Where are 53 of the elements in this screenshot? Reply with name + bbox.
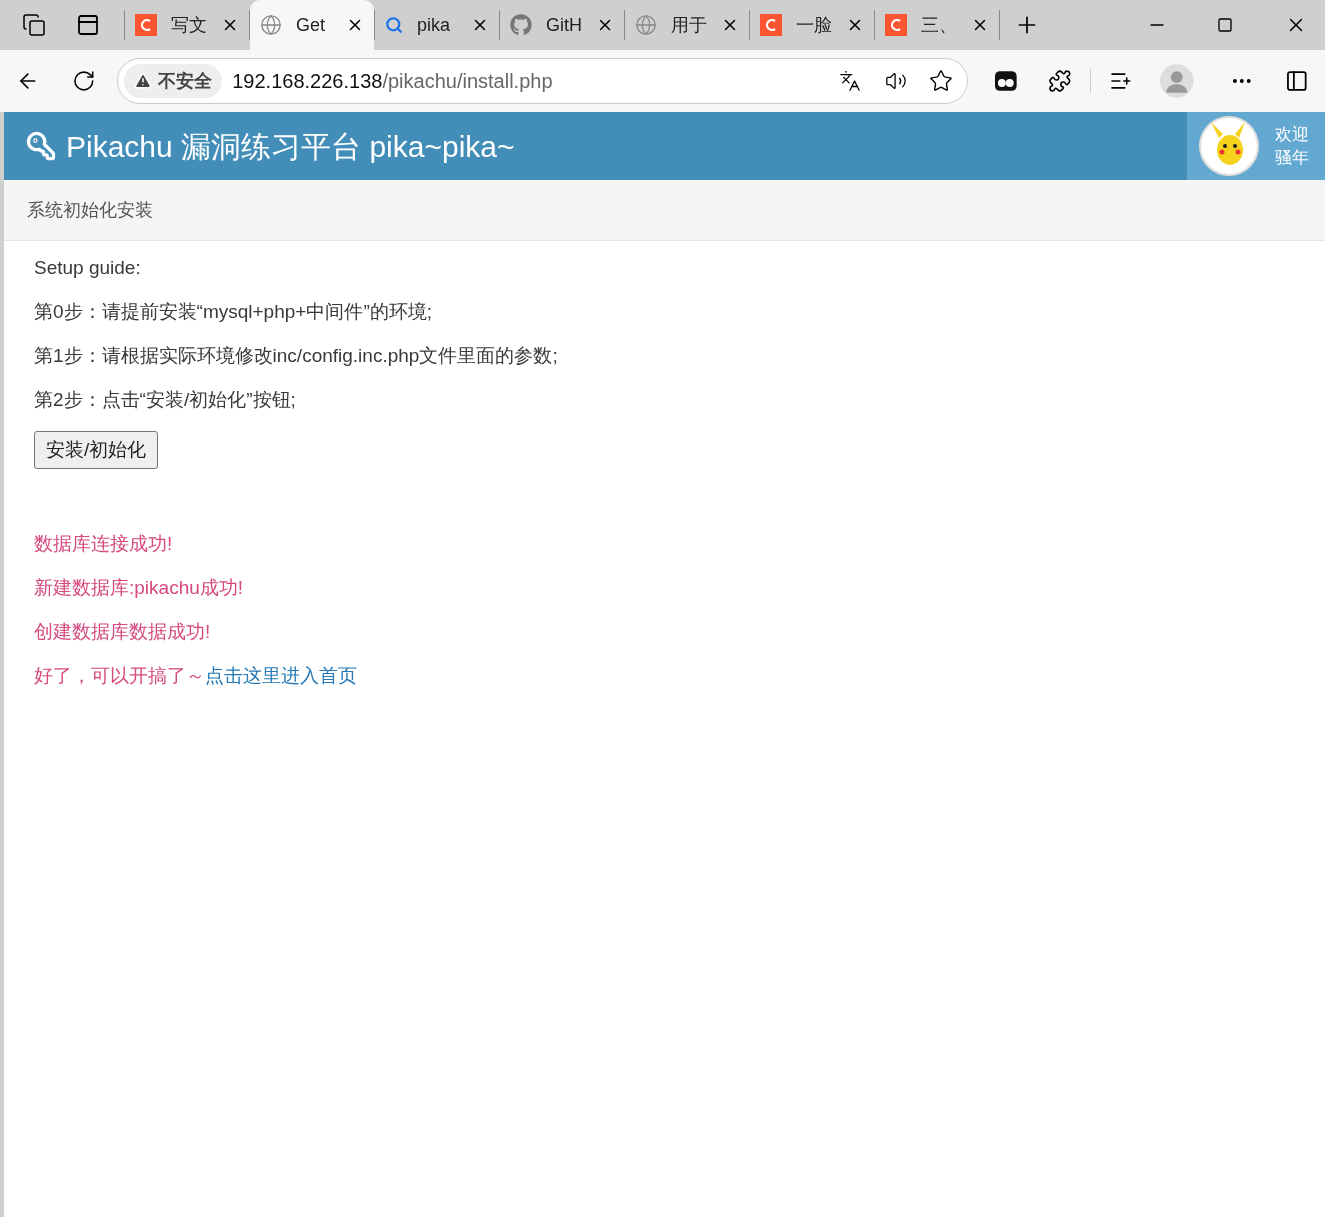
pikachu-avatar-drawing xyxy=(1199,116,1259,176)
extensions-icon[interactable] xyxy=(1048,69,1072,93)
welcome-label: 欢迎 xyxy=(1275,124,1309,146)
guide-text: 第2步：点击“安装/初始化”按钮; xyxy=(34,388,297,412)
browser-tab[interactable]: 写文 xyxy=(125,0,249,50)
status-message: 数据库连接成功! xyxy=(34,532,174,556)
status-message: 创建数据库数据成功! xyxy=(34,620,212,644)
maximize-icon[interactable] xyxy=(1217,17,1233,33)
translate-icon[interactable] xyxy=(839,70,862,92)
guide-text: 第0步：请提前安装“mysql+php+中间件”的环境; xyxy=(34,300,433,324)
sidebar-icon[interactable] xyxy=(1285,69,1309,93)
browser-tab[interactable]: pika xyxy=(375,0,499,50)
browser-tab[interactable]: Get xyxy=(250,0,374,50)
tab-title: GitH xyxy=(546,13,582,37)
search-icon xyxy=(385,16,403,34)
extension-app-icon[interactable] xyxy=(994,70,1018,92)
c-logo-icon xyxy=(885,14,907,36)
security-label: 不安全 xyxy=(158,69,213,93)
tab-title: Get xyxy=(296,13,326,37)
globe-icon xyxy=(260,14,282,36)
tab-title: 写文 xyxy=(171,13,207,37)
security-chip[interactable]: 不安全 xyxy=(124,64,223,98)
tab-title: 一脸 xyxy=(796,13,832,37)
tab-title: pika xyxy=(417,13,452,37)
globe-icon xyxy=(635,14,657,36)
c-logo-icon xyxy=(760,14,782,36)
status-message: 新建数据库:pikachu成功! xyxy=(34,576,245,600)
address-bar[interactable]: 不安全 192.168.226.138/pikachu/install.php xyxy=(117,58,969,104)
github-icon xyxy=(510,14,532,36)
guide-text: Setup guide: xyxy=(34,256,142,280)
url-text: 192.168.226.138/pikachu/install.php xyxy=(232,69,553,94)
refresh-icon[interactable] xyxy=(71,69,96,93)
key-icon xyxy=(26,131,56,161)
tab-title: 用于 xyxy=(671,13,707,37)
home-link[interactable]: 点击这里进入首页 xyxy=(205,665,357,686)
site-title: Pikachu 漏洞练习平台 pika~pika~ xyxy=(66,128,515,165)
user-name: 骚年 xyxy=(1275,147,1309,169)
tab-actions-icon[interactable] xyxy=(76,13,100,37)
read-aloud-icon[interactable] xyxy=(885,70,908,92)
browser-tab[interactable]: 用于 xyxy=(625,0,749,50)
favorite-star-icon[interactable] xyxy=(929,69,954,93)
profile-avatar-icon[interactable] xyxy=(1160,64,1194,98)
browser-tab[interactable]: 三、 xyxy=(875,0,999,50)
install-button[interactable]: 安装/初始化 xyxy=(34,431,159,469)
status-message: 好了，可以开搞了～点击这里进入首页 xyxy=(34,664,358,688)
browser-tab[interactable]: 一脸 xyxy=(750,0,874,50)
workspaces-icon[interactable] xyxy=(22,13,46,37)
tab-title: 三、 xyxy=(921,13,957,37)
breadcrumb-text: 系统初始化安装 xyxy=(27,198,153,222)
warning-icon xyxy=(134,72,153,90)
browser-tab[interactable]: GitH xyxy=(500,0,624,50)
guide-text: 第1步：请根据实际环境修改inc/config.inc.php文件里面的参数; xyxy=(34,344,559,368)
c-logo-icon xyxy=(135,14,157,36)
